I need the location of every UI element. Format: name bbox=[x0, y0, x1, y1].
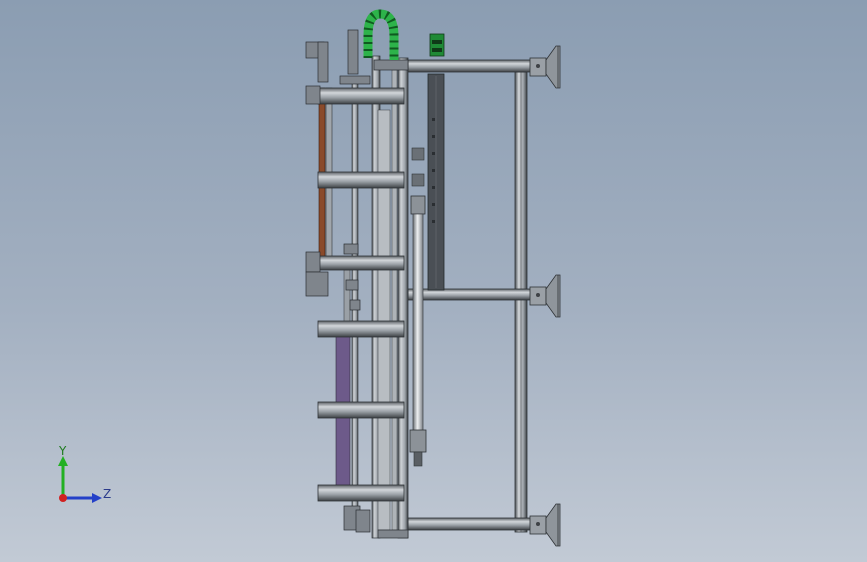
assembly-model[interactable] bbox=[0, 0, 867, 562]
leveling-feet bbox=[529, 45, 561, 547]
right-column bbox=[514, 71, 528, 533]
foot-bottom bbox=[529, 503, 561, 547]
x-axis-dot-icon bbox=[59, 494, 67, 502]
coordinate-triad: Y Z bbox=[58, 444, 111, 503]
3d-viewport[interactable]: Y Z bbox=[0, 0, 867, 562]
z-arrow-icon bbox=[92, 493, 102, 503]
foot-top bbox=[529, 45, 561, 89]
linear-guide bbox=[427, 73, 445, 291]
z-axis-label: Z bbox=[103, 487, 111, 501]
cable-chain bbox=[363, 9, 445, 60]
foot-middle bbox=[529, 274, 561, 318]
y-axis-label: Y bbox=[58, 444, 67, 458]
cylinder bbox=[409, 147, 427, 467]
